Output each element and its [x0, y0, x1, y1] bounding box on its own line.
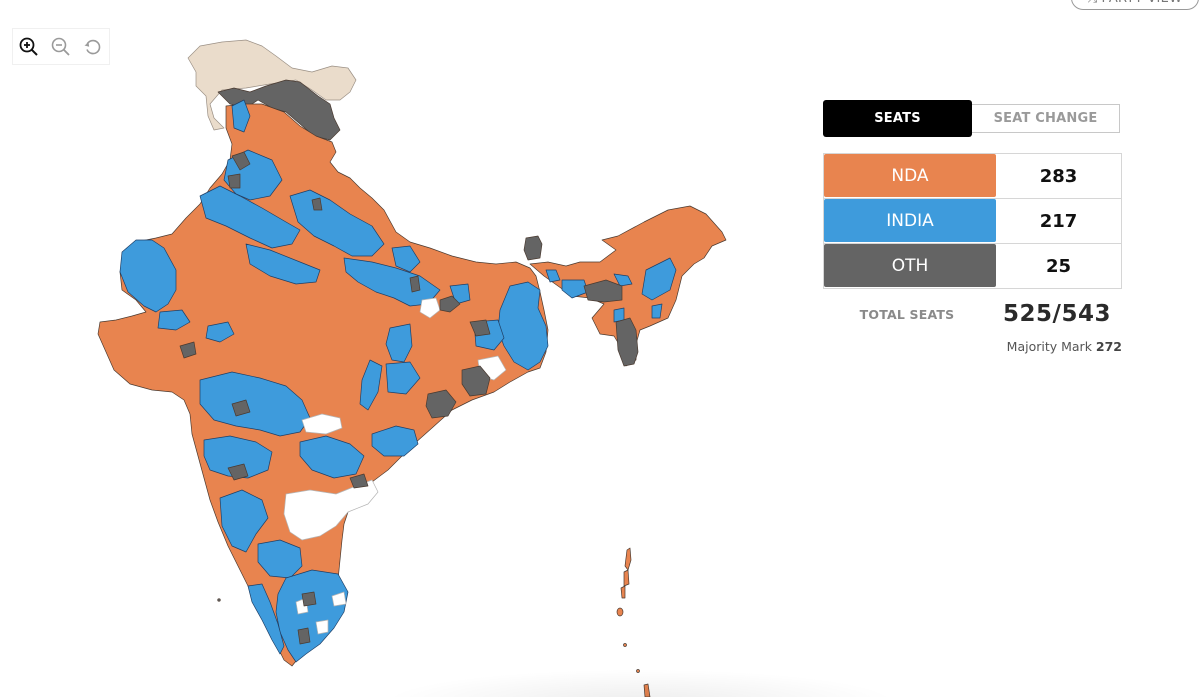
region-nicobar-3[interactable]	[643, 683, 651, 697]
party-view-button[interactable]: ⤮ PARTY VIEW	[1071, 0, 1199, 10]
results-panel: SEATS SEAT CHANGE NDA 283 INDIA 217 OTH …	[823, 100, 1123, 354]
tab-seat-change[interactable]: SEAT CHANGE	[972, 104, 1120, 133]
region-andaman-4[interactable]	[616, 607, 624, 617]
alliance-seat-count: 283	[1039, 165, 1078, 187]
india-election-map	[0, 0, 800, 697]
region-india-manipur-inner[interactable]	[651, 303, 663, 319]
region-oth-haryana[interactable]	[227, 173, 241, 189]
region-oth-up-north[interactable]	[311, 197, 323, 211]
region-oth-up[interactable]	[409, 275, 421, 293]
alliance-name: OTH	[824, 244, 996, 287]
region-andaman-1[interactable]	[624, 547, 632, 571]
majority-mark-label: Majority Mark	[1006, 339, 1096, 354]
alliance-name: NDA	[824, 154, 996, 197]
tab-seats[interactable]: SEATS	[823, 100, 972, 137]
region-andaman-3[interactable]	[620, 585, 626, 599]
alliance-name: INDIA	[824, 199, 996, 242]
region-oth-tn[interactable]	[301, 591, 317, 607]
region-oth-tn-2[interactable]	[297, 627, 311, 645]
majority-mark-value: 272	[1095, 339, 1122, 354]
alliance-seat-count: 217	[1039, 210, 1078, 232]
alliance-row-oth[interactable]: OTH 25	[824, 244, 1121, 288]
region-oth-sikkim[interactable]	[523, 235, 543, 261]
region-nicobar-1[interactable]	[623, 643, 627, 647]
region-andaman-2[interactable]	[623, 569, 630, 587]
shuffle-icon: ⤮	[1088, 0, 1098, 6]
alliance-row-india[interactable]: INDIA 217	[824, 199, 1121, 244]
total-seats-label: TOTAL SEATS	[859, 306, 955, 322]
region-lakshadweep[interactable]	[217, 598, 221, 602]
map-svg	[97, 39, 727, 697]
majority-mark: Majority Mark 272	[823, 339, 1123, 354]
alliance-seat-table: NDA 283 INDIA 217 OTH 25	[823, 153, 1122, 289]
region-nicobar-2[interactable]	[636, 669, 640, 673]
view-tabs: SEATS SEAT CHANGE	[823, 100, 1123, 137]
total-seats-value: 525/543	[1003, 301, 1111, 327]
region-undeclared-tn-2[interactable]	[315, 619, 329, 635]
alliance-row-nda[interactable]: NDA 283	[824, 154, 1121, 199]
total-seats: TOTAL SEATS 525/543	[823, 301, 1123, 327]
alliance-seat-count: 25	[1045, 255, 1072, 277]
party-view-label: PARTY VIEW	[1102, 0, 1183, 6]
